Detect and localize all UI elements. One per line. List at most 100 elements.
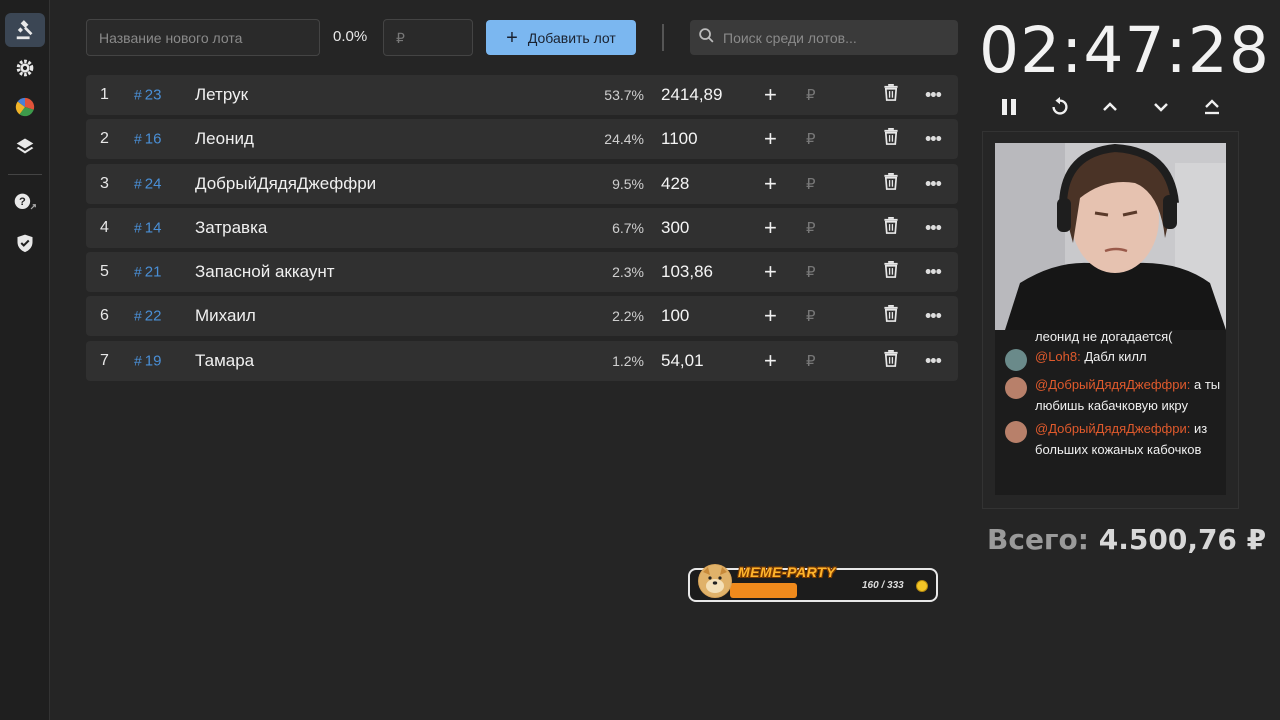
add-amount-icon[interactable]: + [764, 261, 777, 283]
lot-percent: 53.7% [604, 87, 644, 103]
chat-username[interactable]: @ДобрыйДядяДжеффри: [1035, 377, 1190, 392]
meme-party-title: MEME-PARTY [738, 564, 836, 580]
lot-number[interactable]: #21 [134, 264, 161, 281]
add-amount-icon[interactable]: + [764, 216, 777, 239]
chevron-up-icon[interactable] [1097, 94, 1123, 120]
amount-input[interactable] [383, 19, 473, 56]
more-options-icon[interactable]: ••• [925, 306, 942, 327]
rub-amount-field[interactable]: ₽ [806, 86, 816, 104]
more-options-icon[interactable]: ••• [925, 173, 942, 194]
lot-name[interactable]: Леонид [195, 129, 254, 149]
lot-row: 3 #24 ДобрыйДядяДжеффри 9.5% 428 + ₽ ••• [86, 163, 958, 204]
lot-number-hash: # [134, 86, 142, 103]
search-input[interactable] [723, 29, 943, 46]
lot-amount[interactable]: 100 [661, 306, 689, 326]
lot-amount[interactable]: 54,01 [661, 351, 704, 371]
trash-icon[interactable] [883, 349, 899, 372]
lot-percent: 2.3% [612, 264, 644, 281]
lot-number[interactable]: #19 [134, 352, 161, 369]
lot-number-value: 21 [144, 263, 162, 281]
total-sum: Всего: 4.500,76 ₽ [987, 523, 1266, 556]
rub-amount-field[interactable]: ₽ [806, 130, 816, 148]
lot-name[interactable]: Тамара [195, 351, 254, 371]
lot-percent: 6.7% [612, 219, 644, 236]
chat-username[interactable]: @ДобрыйДядяДжеффри: [1035, 421, 1190, 436]
rub-amount-field[interactable]: ₽ [806, 219, 816, 237]
lot-name[interactable]: Летрук [195, 85, 248, 105]
lot-number-hash: # [134, 263, 142, 280]
lots-list: 1 #23 Летрук 53.7% 2414,89 + ₽ ••• 2 #16 Леонид 24.… [86, 75, 958, 385]
search-box[interactable] [690, 20, 958, 55]
lot-name[interactable]: Запасной аккаунт [195, 262, 335, 282]
sidebar: ? [0, 0, 50, 720]
more-options-icon[interactable]: ••• [925, 85, 942, 106]
more-options-icon[interactable]: ••• [925, 262, 942, 283]
lot-number-hash: # [134, 307, 142, 324]
lot-index: 5 [100, 263, 109, 281]
more-options-icon[interactable]: ••• [925, 350, 942, 371]
lot-amount[interactable]: 428 [661, 174, 689, 194]
lot-row: 2 #16 Леонид 24.4% 1100 + ₽ ••• [86, 119, 958, 160]
more-options-icon[interactable]: ••• [925, 129, 942, 150]
add-amount-icon[interactable]: + [764, 172, 777, 195]
chat-text: леонид не догадается( [1035, 330, 1173, 344]
lot-name[interactable]: Михаил [195, 306, 256, 326]
lot-number[interactable]: #16 [134, 131, 161, 148]
pause-icon[interactable] [996, 94, 1022, 120]
rub-amount-field[interactable]: ₽ [806, 307, 816, 325]
new-lot-percent: 0.0% [333, 28, 368, 45]
double-chevron-up-icon[interactable] [1199, 94, 1225, 120]
lot-number-hash: # [134, 352, 142, 369]
stream-panel: леонид не догадается( @Loh8: Дабл килл @До… [982, 131, 1239, 509]
lot-number[interactable]: #23 [134, 87, 161, 104]
lot-number-value: 22 [144, 307, 162, 325]
chat-username[interactable]: @Loh8: [1035, 349, 1081, 364]
add-amount-icon[interactable]: + [764, 128, 777, 150]
trash-icon[interactable] [883, 305, 899, 327]
add-amount-icon[interactable]: + [764, 84, 777, 106]
avatar [1005, 377, 1027, 399]
lot-number[interactable]: #22 [134, 308, 161, 325]
lot-name-input[interactable] [86, 19, 320, 56]
chevron-down-icon[interactable] [1148, 94, 1174, 120]
trash-icon[interactable] [883, 261, 899, 283]
lot-number-hash: # [134, 130, 142, 147]
lot-percent: 9.5% [612, 175, 644, 192]
rub-amount-field[interactable]: ₽ [806, 263, 816, 281]
lot-amount[interactable]: 103,86 [661, 262, 713, 282]
chat-text: Дабл килл [1084, 349, 1147, 364]
trash-icon[interactable] [883, 216, 899, 239]
rub-amount-field[interactable]: ₽ [806, 175, 816, 193]
lot-index: 3 [100, 174, 109, 192]
lot-amount[interactable]: 300 [661, 218, 689, 238]
lot-percent: 1.2% [612, 352, 644, 369]
trash-icon[interactable] [883, 172, 899, 195]
lot-row: 7 #19 Тамара 1.2% 54,01 + ₽ ••• [86, 340, 958, 381]
lot-row: 1 #23 Летрук 53.7% 2414,89 + ₽ ••• [86, 75, 958, 115]
help-icon[interactable]: ? [5, 186, 45, 220]
gear-icon[interactable] [5, 51, 45, 85]
layers-icon[interactable] [5, 129, 45, 163]
chat-feed: леонид не догадается( @Loh8: Дабл килл @До… [995, 330, 1226, 495]
restart-icon[interactable] [1047, 94, 1073, 120]
lot-number-value: 19 [144, 352, 162, 370]
lot-index: 4 [100, 218, 109, 236]
lot-amount[interactable]: 1100 [661, 129, 698, 149]
rub-amount-field[interactable]: ₽ [806, 352, 816, 370]
shield-check-icon[interactable] [5, 226, 45, 260]
more-options-icon[interactable]: ••• [925, 217, 942, 238]
lot-index: 2 [100, 130, 109, 148]
add-amount-icon[interactable]: + [764, 349, 777, 372]
lot-amount[interactable]: 2414,89 [661, 85, 722, 105]
pie-chart-icon[interactable] [5, 90, 45, 124]
lot-index: 6 [100, 307, 109, 325]
trash-icon[interactable] [883, 128, 899, 150]
gavel-icon[interactable] [5, 13, 45, 47]
lot-number[interactable]: #14 [134, 219, 161, 236]
lot-name[interactable]: ДобрыйДядяДжеффри [195, 174, 376, 194]
lot-number[interactable]: #24 [134, 175, 161, 192]
trash-icon[interactable] [883, 84, 899, 106]
lot-name[interactable]: Затравка [195, 218, 267, 238]
add-amount-icon[interactable]: + [764, 305, 777, 327]
add-lot-button[interactable]: + Добавить лот [486, 20, 636, 55]
